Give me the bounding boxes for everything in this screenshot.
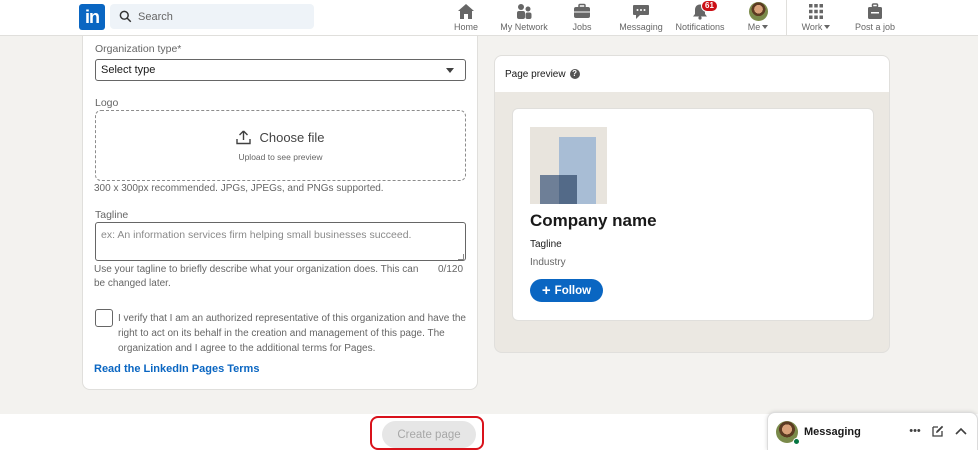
nav-messaging-label: Messaging xyxy=(619,22,663,32)
preview-heading: Page preview xyxy=(505,68,566,80)
nav-notifications-label: Notifications xyxy=(675,22,725,32)
tagline-input[interactable] xyxy=(95,222,466,261)
company-preview-card: Company name Tagline Industry + Follow xyxy=(512,108,874,321)
preview-panel: Company name Tagline Industry + Follow xyxy=(494,92,890,353)
dropdown-arrow-icon xyxy=(446,68,454,73)
org-type-value: Select type xyxy=(101,64,156,76)
notification-badge: 61 xyxy=(701,0,718,12)
resize-handle-icon[interactable] xyxy=(458,254,464,260)
plus-icon: + xyxy=(541,281,551,299)
company-industry: Industry xyxy=(530,257,566,268)
briefcase-icon xyxy=(574,3,590,18)
org-type-select[interactable]: Select type xyxy=(95,59,466,81)
search-box[interactable] xyxy=(110,4,314,29)
nav-jobs[interactable]: Jobs xyxy=(570,0,594,36)
grid-icon xyxy=(809,4,823,19)
create-page-button[interactable]: Create page xyxy=(382,421,476,448)
page-form-card: Organization type* Select type Logo Choo… xyxy=(82,36,478,390)
nav-me[interactable]: Me xyxy=(745,0,771,36)
nav-notifications[interactable]: 61 Notifications xyxy=(674,0,726,36)
avatar xyxy=(748,2,768,21)
nav-my-network[interactable]: My Network xyxy=(497,0,551,36)
tagline-label: Tagline xyxy=(95,209,129,221)
nav-messaging[interactable]: Messaging xyxy=(618,0,664,36)
nav-work[interactable]: Work xyxy=(800,0,832,36)
logo-label: Logo xyxy=(95,97,119,109)
post-job-icon xyxy=(868,3,882,19)
company-logo-placeholder xyxy=(530,127,607,204)
upload-hint: Upload to see preview xyxy=(238,152,323,162)
nav-divider xyxy=(786,0,787,36)
upload-icon xyxy=(236,130,252,145)
follow-label: Follow xyxy=(554,284,592,297)
more-options-icon[interactable]: ••• xyxy=(908,424,922,438)
nav-jobs-label: Jobs xyxy=(572,22,592,32)
nav-me-label: Me xyxy=(747,22,761,32)
people-icon xyxy=(517,4,532,19)
logo-upload-area[interactable]: Choose file Upload to see preview xyxy=(95,110,466,181)
tagline-char-count: 0/120 xyxy=(438,264,464,275)
linkedin-logo[interactable]: in xyxy=(79,4,105,30)
pages-terms-link[interactable]: Read the LinkedIn Pages Terms xyxy=(94,363,259,375)
verify-checkbox[interactable] xyxy=(95,309,113,327)
nav-post-job-label: Post a job xyxy=(854,22,896,32)
messaging-label: Messaging xyxy=(804,426,861,438)
search-icon xyxy=(119,10,132,23)
nav-home[interactable]: Home xyxy=(452,0,480,36)
tagline-hint: Use your tagline to briefly describe wha… xyxy=(94,264,419,289)
company-tagline: Tagline xyxy=(530,239,562,250)
search-input[interactable] xyxy=(138,10,308,23)
nav-post-job[interactable]: Post a job xyxy=(854,0,896,36)
choose-file-label: Choose file xyxy=(259,130,325,145)
company-name: Company name xyxy=(530,211,657,230)
nav-my-network-label: My Network xyxy=(500,22,548,32)
chevron-up-icon[interactable] xyxy=(954,424,968,438)
compose-icon[interactable] xyxy=(931,424,945,438)
nav-home-label: Home xyxy=(453,22,478,32)
nav-work-label: Work xyxy=(801,22,823,32)
chat-icon xyxy=(633,5,649,19)
logo-hint: 300 x 300px recommended. JPGs, JPEGs, an… xyxy=(94,183,384,194)
messaging-bar[interactable]: Messaging ••• xyxy=(767,412,978,450)
help-icon[interactable]: ? xyxy=(569,69,580,79)
verify-text: I verify that I am an authorized represe… xyxy=(118,313,466,354)
preview-header: Page preview ? xyxy=(494,55,890,92)
home-icon xyxy=(458,4,474,19)
org-type-label: Organization type* xyxy=(95,43,182,55)
top-nav: in Home My Network Jobs Messaging 61 Not… xyxy=(0,0,978,36)
follow-button[interactable]: + Follow xyxy=(530,279,603,302)
chevron-down-icon xyxy=(824,25,831,29)
online-status-dot xyxy=(793,438,800,445)
chevron-down-icon xyxy=(762,25,769,29)
